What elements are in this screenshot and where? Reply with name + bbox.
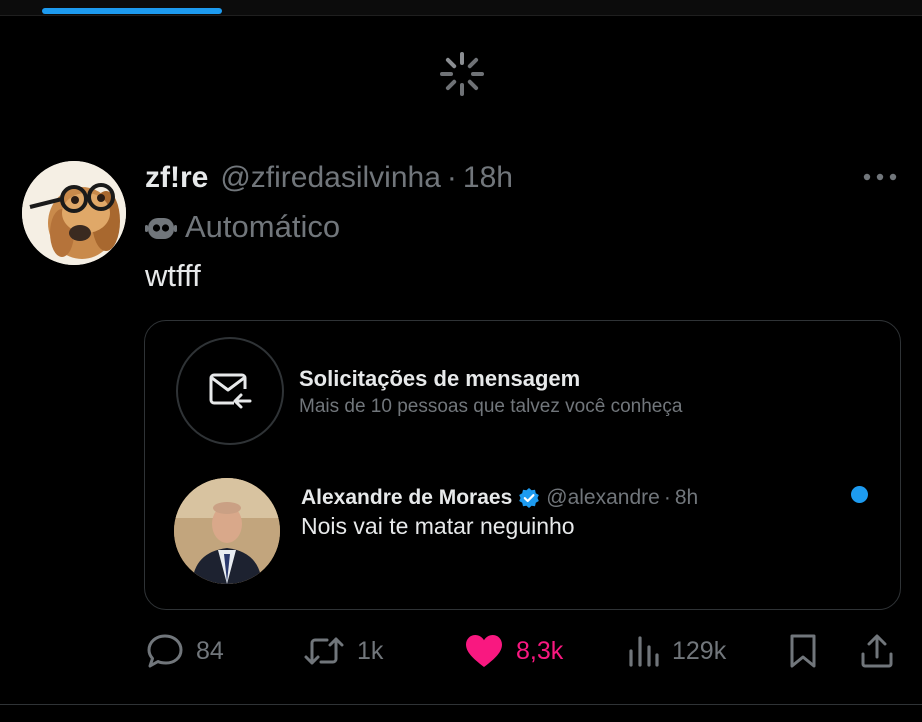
post-header: zf!re @zfiredasilvinha · 18h (145, 156, 513, 200)
active-tab-indicator (42, 8, 222, 14)
sender-avatar[interactable] (174, 478, 280, 584)
heart-filled-icon (466, 635, 502, 667)
envelope-arrow-icon (209, 373, 252, 409)
automated-label-text: Automático (185, 209, 341, 244)
share-button[interactable] (860, 628, 894, 674)
reply-bubble-icon (147, 634, 183, 668)
reply-count: 84 (196, 636, 224, 665)
message-text: Nois vai te matar neguinho (301, 513, 575, 539)
message-requests-title[interactable]: Solicitações de mensagem (299, 366, 580, 392)
verified-badge-icon (519, 488, 540, 508)
person-photo-avatar-icon (174, 478, 280, 584)
sender-name[interactable]: Alexandre de Moraes (301, 486, 512, 510)
header-separator: · (446, 161, 457, 194)
post-time[interactable]: 18h (463, 161, 513, 195)
bookmark-button[interactable] (788, 628, 818, 674)
automated-account-label: Automático (145, 206, 340, 248)
author-avatar[interactable] (22, 161, 126, 265)
share-upload-icon (861, 634, 893, 668)
robot-icon (145, 218, 177, 239)
repost-count: 1k (357, 636, 384, 665)
message-requests-subtitle: Mais de 10 pessoas que talvez você conhe… (299, 396, 683, 417)
author-handle[interactable]: @zfiredasilvinha (220, 161, 441, 195)
views-count: 129k (672, 636, 727, 665)
message-time: 8h (674, 486, 699, 509)
views-button[interactable]: 129k (628, 628, 726, 674)
message-separator: · (663, 486, 671, 509)
post-text: wtfff (145, 258, 201, 293)
repost-icon (304, 637, 344, 665)
like-count: 8,3k (516, 636, 564, 665)
dog-with-glasses-avatar-icon (22, 161, 126, 265)
message-requests-icon-circle (176, 337, 284, 445)
views-bar-chart-icon (629, 636, 659, 667)
more-options-button[interactable] (860, 163, 900, 191)
message-header: Alexandre de Moraes @alexandre · 8h (301, 483, 698, 513)
loading-spinner-icon (440, 52, 484, 96)
like-button[interactable]: 8,3k (464, 628, 563, 674)
sender-handle: @alexandre (546, 486, 660, 509)
screenshot-card[interactable]: Solicitações de mensagem Mais de 10 pess… (144, 320, 901, 610)
unread-indicator (851, 486, 868, 503)
bottom-divider (0, 704, 922, 705)
repost-button[interactable]: 1k (303, 628, 383, 674)
top-tab-bar (0, 0, 922, 16)
more-dots-icon (863, 173, 897, 181)
author-display-name[interactable]: zf!re (145, 161, 208, 195)
reply-button[interactable]: 84 (146, 628, 224, 674)
bookmark-icon (790, 634, 816, 668)
